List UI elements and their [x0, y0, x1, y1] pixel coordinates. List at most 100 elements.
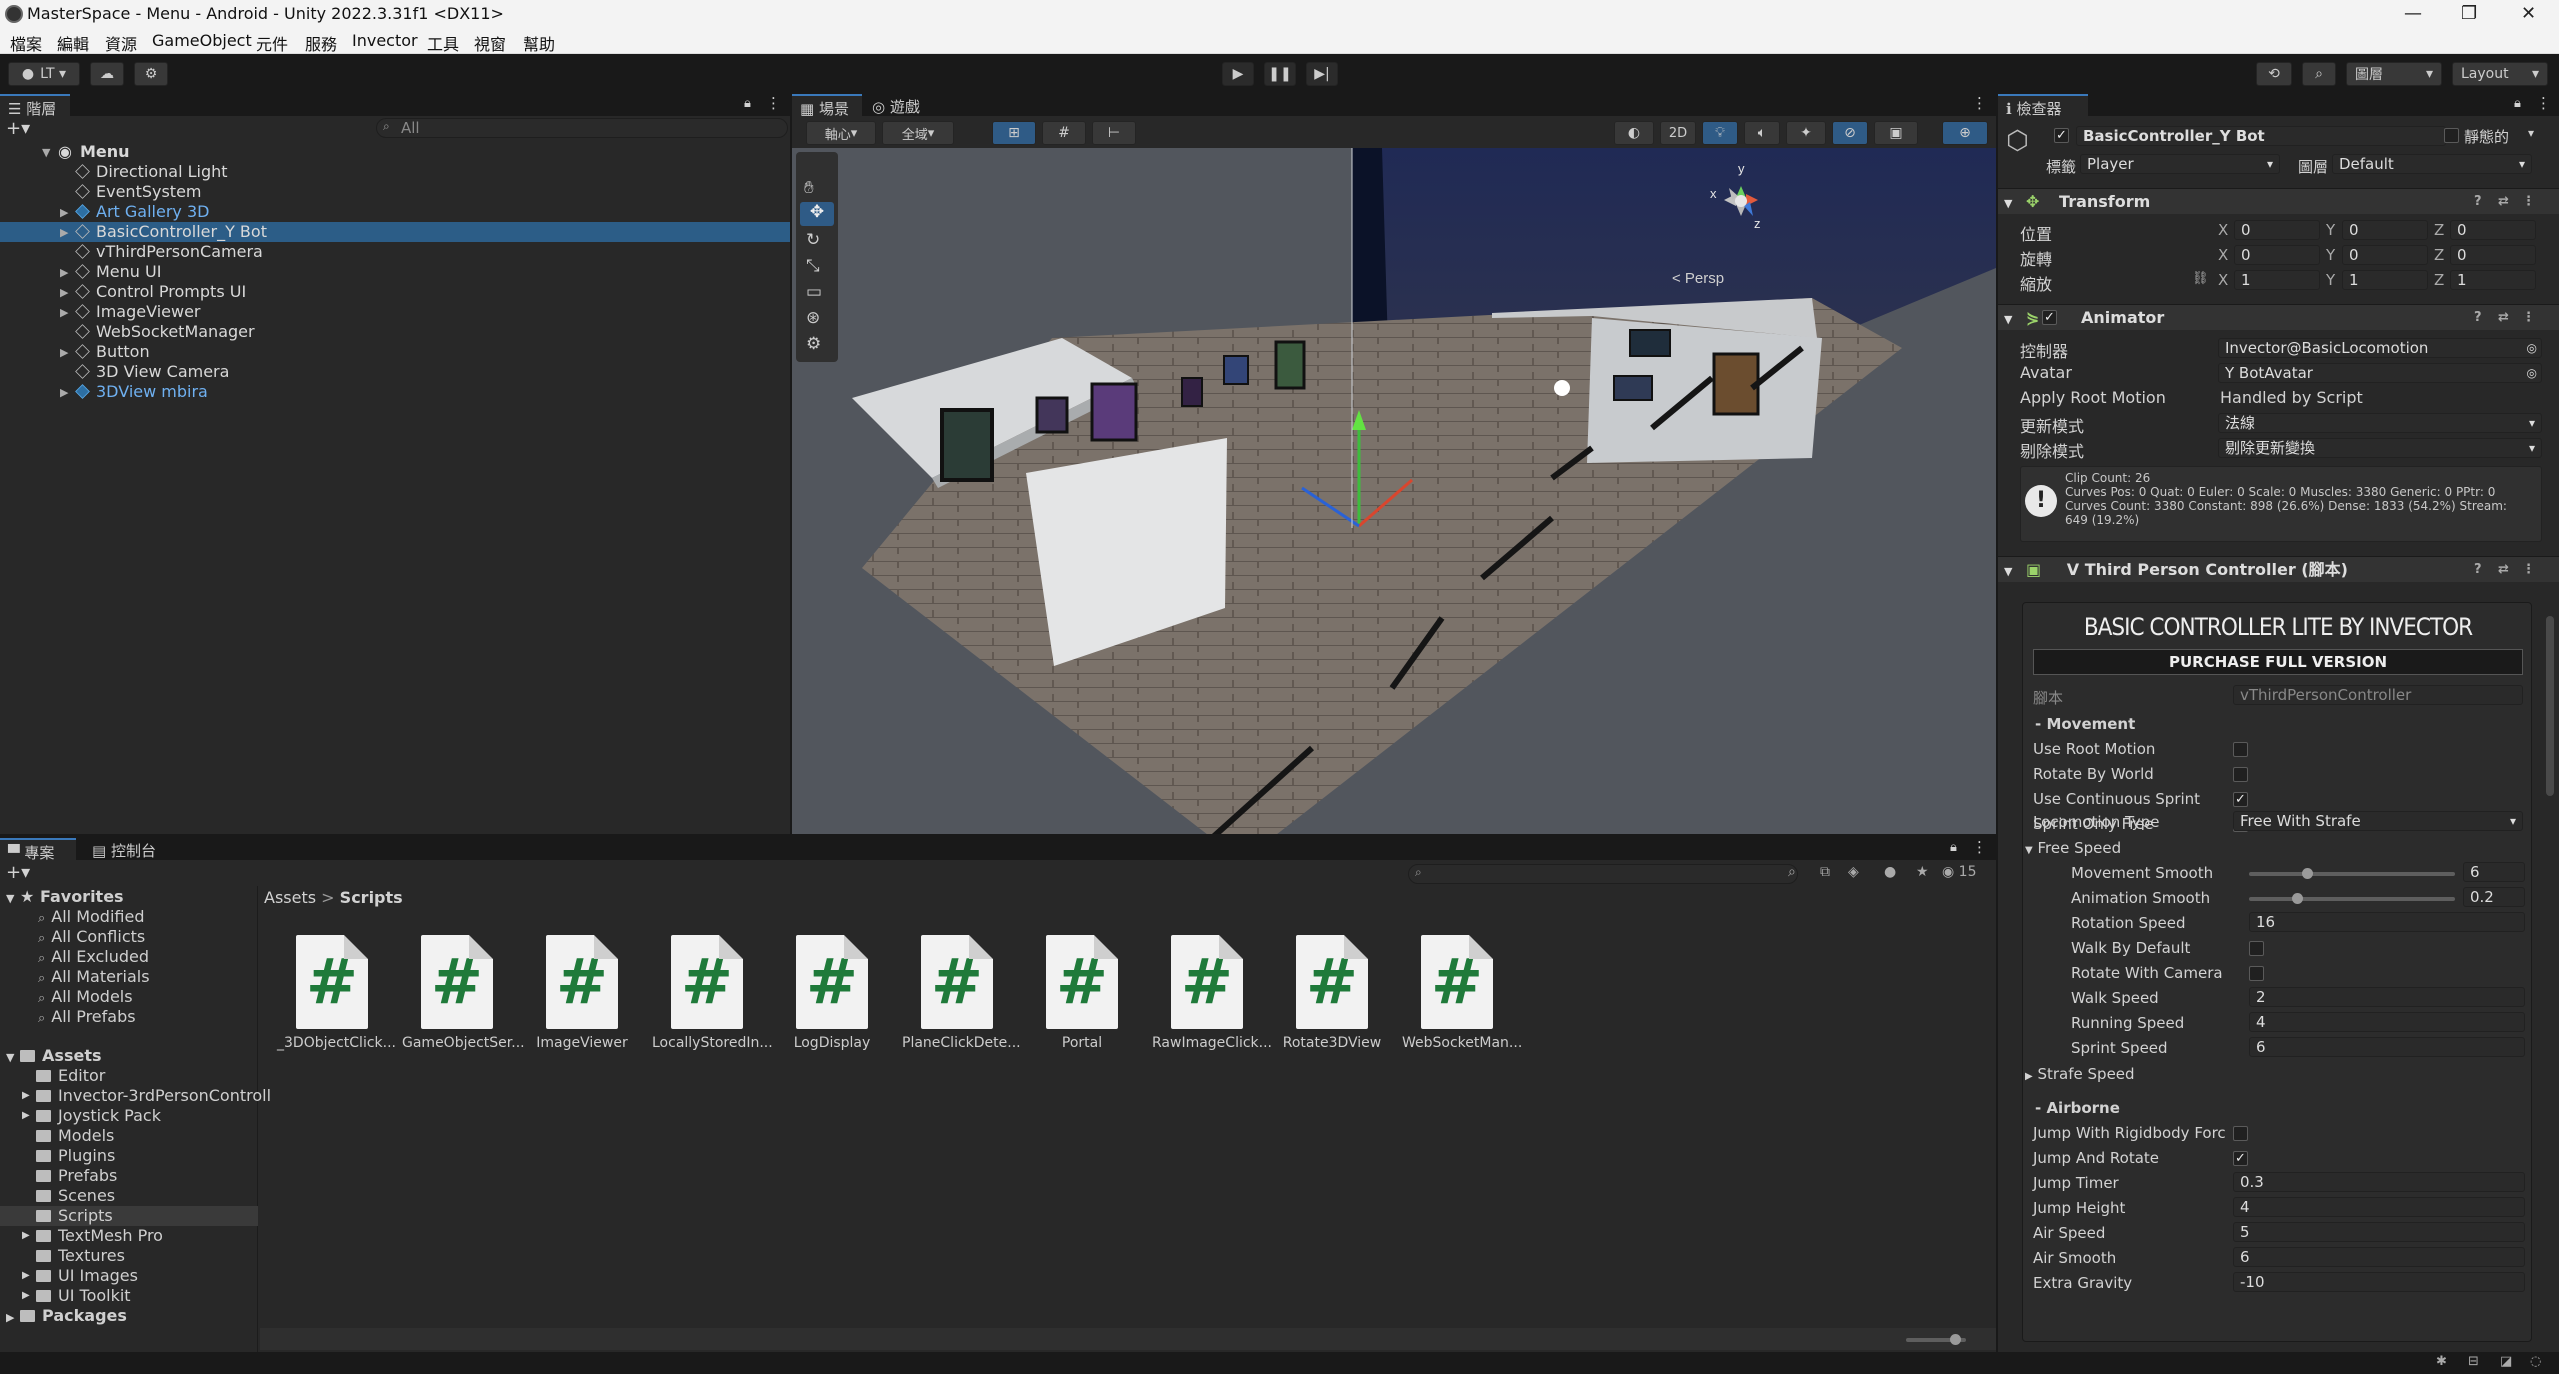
- menu-file[interactable]: 檔案: [10, 31, 42, 55]
- fold-arrow-icon[interactable]: ▶: [22, 1226, 30, 1246]
- icon-size-slider[interactable]: [1906, 1334, 1966, 1345]
- transform-x-field[interactable]: 0: [2234, 220, 2320, 240]
- folder-item[interactable]: Scripts: [0, 1206, 258, 1226]
- fold-arrow-icon[interactable]: ▶: [60, 343, 68, 363]
- project-search-input[interactable]: ⌕: [1408, 864, 1798, 884]
- import-log-icon[interactable]: ●: [1884, 864, 1896, 880]
- folder-item[interactable]: Editor: [0, 1066, 258, 1086]
- lock-icon[interactable]: 🔒︎: [1950, 840, 1957, 855]
- hidden-objects-button[interactable]: ⊘: [1832, 121, 1868, 145]
- air-smooth-field[interactable]: 6: [2233, 1247, 2525, 1267]
- folder-item[interactable]: ▶ Invector-3rdPersonControll: [0, 1086, 271, 1106]
- transform-header[interactable]: ▼ ✥ Transform ? ⇄ ⋮: [1998, 188, 2559, 214]
- hierarchy-search-input[interactable]: ⌕ All: [376, 118, 788, 138]
- hierarchy-item[interactable]: ▶ Menu UI: [0, 262, 790, 282]
- favorite-item[interactable]: ⌕ All Prefabs: [38, 1007, 136, 1027]
- fold-arrow-icon[interactable]: ▶: [60, 303, 68, 323]
- effects-button[interactable]: ✦: [1786, 121, 1826, 145]
- rect-tool-icon[interactable]: ▭: [806, 282, 822, 302]
- progress-icon[interactable]: ◌: [2530, 1354, 2541, 1369]
- hierarchy-item[interactable]: ▶ 3DView mbira: [0, 382, 790, 402]
- menu-services[interactable]: 服務: [305, 31, 337, 55]
- scene-root[interactable]: ▼ ◉ Menu: [0, 142, 790, 162]
- fold-arrow-icon[interactable]: ▶: [22, 1266, 30, 1286]
- rotate-tool-icon[interactable]: ↻: [806, 230, 820, 250]
- favorite-item[interactable]: ⌕ All Models: [38, 987, 133, 1007]
- global-dropdown[interactable]: 全域 ▾: [882, 121, 954, 145]
- kebab-menu-icon[interactable]: ⋮: [2522, 189, 2535, 215]
- sprint-speed-field[interactable]: 6: [2249, 1037, 2525, 1057]
- animation-smooth-field[interactable]: 0.2: [2463, 887, 2525, 907]
- grid-visibility-button[interactable]: #: [1042, 121, 1086, 145]
- folder-item[interactable]: Textures: [0, 1246, 258, 1266]
- fold-arrow-icon[interactable]: ▶: [22, 1286, 30, 1306]
- transform-x-field[interactable]: 0: [2234, 245, 2320, 265]
- rotation-speed-field[interactable]: 16: [2249, 912, 2525, 932]
- culling-mode-dropdown[interactable]: 剔除更新變換 ▾: [2218, 438, 2542, 458]
- increment-snap-button[interactable]: ⊢: [1092, 121, 1136, 145]
- chevron-down-icon[interactable]: ▾: [2528, 126, 2534, 140]
- menu-assets[interactable]: 資源: [105, 31, 137, 55]
- type-filter-icon[interactable]: ⧉: [1820, 864, 1830, 880]
- hierarchy-item[interactable]: ▶ BasicController_Y Bot: [0, 222, 790, 242]
- packages-header[interactable]: ▶ Packages: [6, 1306, 127, 1326]
- script-asset[interactable]: # _3DObjectClick...: [277, 935, 396, 1051]
- minimize-icon[interactable]: —: [2404, 3, 2422, 24]
- create-asset-button[interactable]: +▾: [6, 862, 30, 883]
- static-checkbox[interactable]: [2444, 128, 2459, 143]
- network-icon[interactable]: ⊟: [2468, 1354, 2479, 1369]
- hidden-count-badge[interactable]: ◉ 15: [1942, 864, 1977, 880]
- hierarchy-item[interactable]: ▶ Control Prompts UI: [0, 282, 790, 302]
- fold-arrow-icon[interactable]: ▶: [60, 283, 68, 303]
- hierarchy-item[interactable]: EventSystem: [0, 182, 790, 202]
- favorite-item[interactable]: ⌕ All Excluded: [38, 947, 149, 967]
- hierarchy-item[interactable]: ▶ ImageViewer: [0, 302, 790, 322]
- kebab-menu-icon[interactable]: ⋮: [766, 94, 781, 112]
- kebab-menu-icon[interactable]: ⋮: [1972, 838, 1987, 856]
- favorites-header[interactable]: ▼ ★ Favorites: [6, 887, 124, 907]
- tab-game[interactable]: ◎ 遊戲: [864, 94, 934, 116]
- folder-item[interactable]: ▶ Joystick Pack: [0, 1106, 258, 1126]
- camera-settings-button[interactable]: ▣: [1874, 121, 1918, 145]
- transform-z-field[interactable]: 1: [2450, 270, 2536, 290]
- animation-smooth-knob[interactable]: [2291, 893, 2303, 904]
- tag-dropdown[interactable]: Player ▾: [2080, 154, 2280, 174]
- movement-option-checkbox[interactable]: [2233, 767, 2248, 782]
- folder-item[interactable]: ▶ UI Images: [0, 1266, 258, 1286]
- tab-console[interactable]: ▤ 控制台: [84, 838, 168, 860]
- link-icon[interactable]: ⛓: [2192, 271, 2209, 286]
- lock-icon[interactable]: 🔒︎: [2514, 96, 2521, 111]
- cloud-button[interactable]: ☁: [90, 62, 124, 86]
- running-speed-field[interactable]: 4: [2249, 1012, 2525, 1032]
- lock-icon[interactable]: 🔒︎: [744, 96, 751, 111]
- help-icon[interactable]: ?: [2474, 305, 2482, 331]
- hierarchy-item[interactable]: ▶ Button: [0, 342, 790, 362]
- favorite-item[interactable]: ⌕ All Materials: [38, 967, 150, 987]
- script-asset[interactable]: # RawImageClick...: [1152, 935, 1272, 1051]
- search-button[interactable]: ⌕: [2302, 62, 2336, 86]
- script-asset[interactable]: # Rotate3DView: [1277, 935, 1387, 1051]
- menu-edit[interactable]: 編輯: [57, 31, 89, 55]
- folder-item[interactable]: ▶ TextMesh Pro: [0, 1226, 258, 1246]
- move-tool-icon[interactable]: ✥: [800, 202, 834, 226]
- transform-y-field[interactable]: 0: [2342, 220, 2428, 240]
- close-icon[interactable]: ✕: [2521, 3, 2536, 24]
- account-button[interactable]: ● LT ▾: [8, 62, 80, 86]
- gizmos-button[interactable]: ⊕: [1942, 121, 1988, 145]
- pivot-dropdown[interactable]: 軸心 ▾: [806, 121, 876, 145]
- favorite-item[interactable]: ⌕ All Conflicts: [38, 927, 145, 947]
- fold-arrow-icon[interactable]: ▶: [22, 1086, 30, 1106]
- draw-mode-button[interactable]: ◐: [1614, 121, 1654, 145]
- kebab-menu-icon[interactable]: ⋮: [2536, 94, 2551, 112]
- extra-gravity-field[interactable]: -10: [2233, 1272, 2525, 1292]
- search-filter-icon[interactable]: ⌕: [1788, 864, 1796, 880]
- walk-by-default-checkbox[interactable]: [2249, 941, 2264, 956]
- jump-and-rotate-checkbox[interactable]: ✓: [2233, 1151, 2248, 1166]
- script-asset[interactable]: # WebSocketMan...: [1402, 935, 1522, 1051]
- folder-item[interactable]: ▶ UI Toolkit: [0, 1286, 258, 1306]
- tab-project[interactable]: ▀ 專案: [0, 838, 76, 862]
- fold-arrow-icon[interactable]: ▶: [22, 1106, 30, 1126]
- walk-speed-field[interactable]: 2: [2249, 987, 2525, 1007]
- lighting-button[interactable]: 💡︎: [1702, 121, 1738, 145]
- auto-lighting-icon[interactable]: ◪: [2500, 1354, 2512, 1369]
